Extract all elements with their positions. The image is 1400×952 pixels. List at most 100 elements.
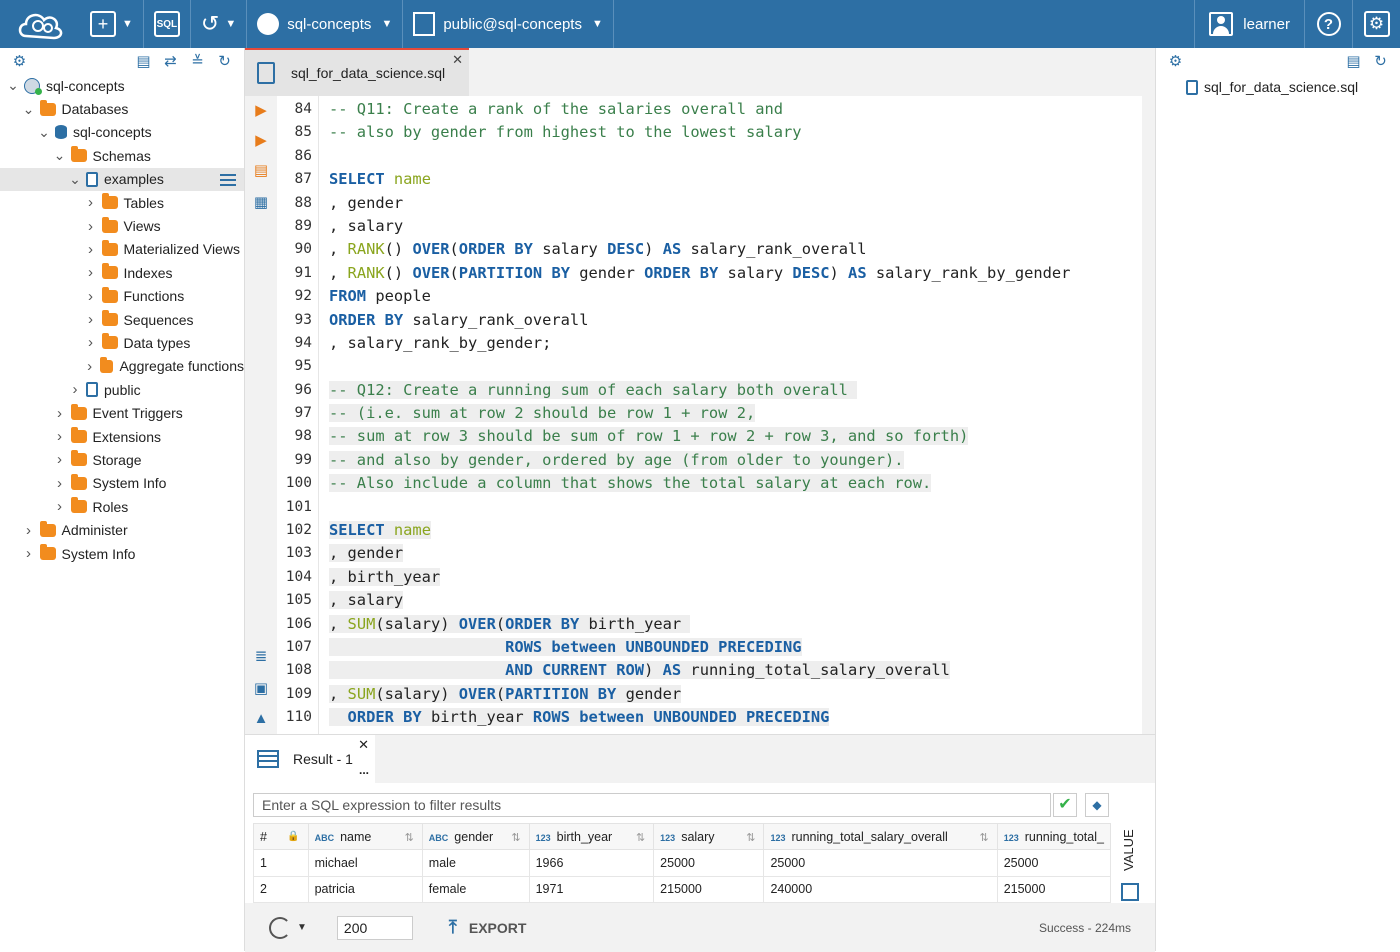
code-line[interactable]: , salary	[329, 215, 1142, 238]
tree-item[interactable]: ›Event Triggers	[0, 401, 244, 424]
table-cell[interactable]: 1	[254, 850, 309, 877]
tree-item[interactable]: ›System Info	[0, 472, 244, 495]
code-line[interactable]: SELECT name	[329, 519, 1142, 542]
chevron-down-icon[interactable]: ⌄	[53, 147, 67, 164]
table-cell[interactable]: 25000	[997, 850, 1110, 877]
code-line[interactable]: -- Q11: Create a rank of the salaries ov…	[329, 98, 1142, 121]
chevron-right-icon[interactable]: ›	[53, 428, 67, 445]
code-line[interactable]: -- Also include a column that shows the …	[329, 472, 1142, 495]
chevron-right-icon[interactable]: ›	[68, 381, 82, 398]
code-line[interactable]: -- Q12: Create a running sum of each sal…	[329, 379, 1142, 402]
tree-item[interactable]: ›System Info	[0, 542, 244, 565]
table-cell[interactable]: 1971	[529, 876, 654, 903]
column-header[interactable]: 123running_total_	[997, 824, 1110, 850]
execute-statement-icon[interactable]: ▶	[252, 102, 270, 120]
tree-item[interactable]: ›Views	[0, 214, 244, 237]
code-line[interactable]: , SUM(salary) OVER(PARTITION BY gender	[329, 683, 1142, 706]
code-line[interactable]	[329, 355, 1142, 378]
tree-item[interactable]: ›public	[0, 378, 244, 401]
chevron-right-icon[interactable]: ›	[53, 451, 67, 468]
code-line[interactable]: SELECT name	[329, 168, 1142, 191]
sort-icon[interactable]: ⇅	[405, 831, 414, 844]
tree-item[interactable]: ⌄sql-concepts	[0, 121, 244, 144]
tree-item[interactable]: ›Administer	[0, 518, 244, 541]
sort-icon[interactable]: ⇅	[979, 831, 988, 844]
save-script-icon[interactable]: ▣	[252, 680, 270, 698]
chevron-down-icon[interactable]: ⌄	[37, 124, 51, 141]
tree-item[interactable]: ›Indexes	[0, 261, 244, 284]
sort-icon[interactable]: ⇅	[636, 831, 645, 844]
code-content[interactable]: -- Q11: Create a rank of the salaries ov…	[319, 96, 1142, 734]
explain-plan-icon[interactable]: ▦	[252, 194, 270, 212]
table-cell[interactable]: female	[422, 876, 529, 903]
tab-more-icon[interactable]: ...	[359, 763, 369, 777]
code-line[interactable]: , gender	[329, 542, 1142, 565]
code-line[interactable]: , salary_rank_by_gender;	[329, 332, 1142, 355]
tree-item[interactable]: ⌄Schemas	[0, 144, 244, 167]
new-button[interactable]: + ▼	[80, 0, 144, 48]
tree-item[interactable]: ›Sequences	[0, 308, 244, 331]
lock-icon[interactable]: 🔒	[287, 831, 299, 842]
sort-icon[interactable]: ⇅	[746, 831, 755, 844]
code-line[interactable]: ROWS between UNBOUNDED PRECEDING	[329, 636, 1142, 659]
export-button[interactable]: ⤒ EXPORT	[449, 917, 527, 938]
code-line[interactable]	[329, 496, 1142, 519]
code-line[interactable]: -- sum at row 3 should be sum of row 1 +…	[329, 425, 1142, 448]
format-sql-icon[interactable]: ≣	[252, 648, 270, 666]
resource-file-item[interactable]: sql_for_data_science.sql	[1156, 74, 1400, 100]
table-cell[interactable]: male	[422, 850, 529, 877]
clear-filter-eraser-icon[interactable]: ◆	[1085, 793, 1109, 817]
code-line[interactable]: -- (i.e. sum at row 2 should be row 1 + …	[329, 402, 1142, 425]
code-line[interactable]: -- also by gender from highest to the lo…	[329, 121, 1142, 144]
chevron-right-icon[interactable]: ›	[84, 288, 98, 305]
tree-item[interactable]: ›Materialized Views	[0, 238, 244, 261]
table-row[interactable]: 2patriciafemale1971215000240000215000	[254, 876, 1111, 903]
refresh-icon[interactable]	[269, 917, 291, 939]
chevron-down-icon[interactable]: ▼	[297, 922, 307, 933]
chevron-right-icon[interactable]: ›	[84, 241, 98, 258]
chevron-right-icon[interactable]: ›	[84, 194, 98, 211]
user-menu[interactable]: learner	[1194, 0, 1304, 48]
column-header[interactable]: 123birth_year⇅	[529, 824, 654, 850]
gear-icon[interactable]: ⚙	[1162, 52, 1189, 70]
code-line[interactable]: -- and also by gender, ordered by age (f…	[329, 449, 1142, 472]
settings-button[interactable]: ⚙	[1352, 0, 1400, 48]
table-cell[interactable]: 240000	[764, 876, 997, 903]
row-limit-input[interactable]: 200	[337, 916, 413, 940]
sql-editor[interactable]: ▶ ▶ ▤ ▦ ≣ ▣ ▲ 84858687888990919293949596…	[245, 96, 1142, 734]
chevron-right-icon[interactable]: ›	[53, 405, 67, 422]
close-icon[interactable]: ✕	[358, 737, 369, 753]
execute-new-tab-icon[interactable]: ▶	[252, 132, 270, 150]
menu-icon[interactable]	[220, 174, 236, 186]
code-line[interactable]	[329, 145, 1142, 168]
filter-input[interactable]: Enter a SQL expression to filter results	[253, 793, 1051, 817]
history-button[interactable]: ↺ ▼	[191, 0, 247, 48]
table-cell[interactable]: michael	[308, 850, 422, 877]
code-line[interactable]: ORDER BY salary_rank_overall	[329, 309, 1142, 332]
new-folder-icon[interactable]: ▤	[1340, 52, 1367, 70]
code-line[interactable]: ORDER BY birth_year ROWS between UNBOUND…	[329, 706, 1142, 729]
sql-editor-button[interactable]: SQL	[144, 0, 191, 48]
table-cell[interactable]: 2	[254, 876, 309, 903]
code-line[interactable]: , birth_year	[329, 566, 1142, 589]
code-line[interactable]: , SUM(salary) OVER(ORDER BY birth_year	[329, 613, 1142, 636]
apply-filter-check-icon[interactable]: ✔	[1053, 793, 1077, 817]
collapse-all-icon[interactable]: ≚	[184, 52, 211, 70]
code-line[interactable]: , RANK() OVER(ORDER BY salary DESC) AS s…	[329, 238, 1142, 261]
new-folder-icon[interactable]: ▤	[130, 52, 157, 70]
table-cell[interactable]: patricia	[308, 876, 422, 903]
chevron-right-icon[interactable]: ›	[84, 218, 98, 235]
chevron-right-icon[interactable]: ›	[53, 475, 67, 492]
chevron-right-icon[interactable]: ›	[53, 498, 67, 515]
column-header[interactable]: #🔒	[254, 824, 309, 850]
chevron-right-icon[interactable]: ›	[84, 334, 98, 351]
tab-result-1[interactable]: Result - 1 ✕ ...	[245, 735, 375, 783]
tree-item[interactable]: ›Storage	[0, 448, 244, 471]
tree-item[interactable]: ›Tables	[0, 191, 244, 214]
link-editor-icon[interactable]: ⇄	[157, 52, 184, 70]
chevron-down-icon[interactable]: ⌄	[22, 101, 36, 118]
column-header[interactable]: ABCname⇅	[308, 824, 422, 850]
code-line[interactable]: AND CURRENT ROW) AS running_total_salary…	[329, 659, 1142, 682]
chevron-right-icon[interactable]: ›	[84, 358, 96, 375]
tree-item[interactable]: ›Aggregate functions	[0, 355, 244, 378]
